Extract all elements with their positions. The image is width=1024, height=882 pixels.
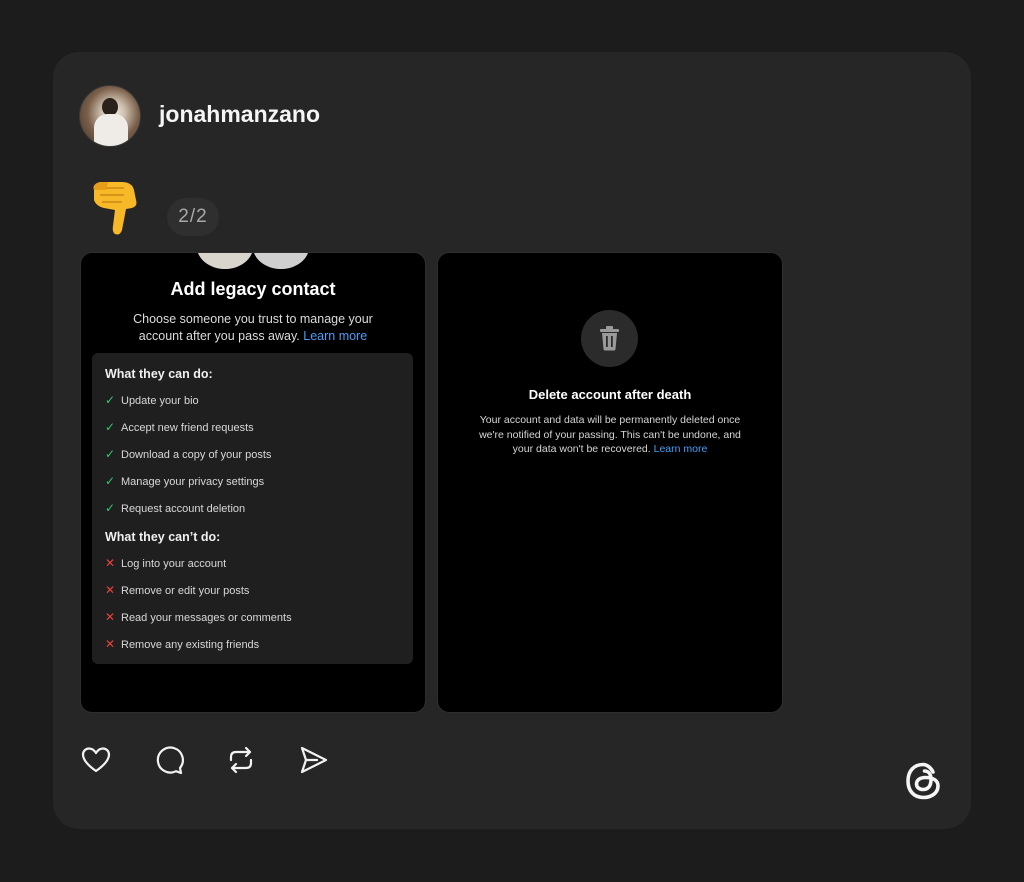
check-icon: ✓ [105,447,116,461]
check-icon: ✓ [105,474,116,488]
list-item-label: Log into your account [121,558,227,570]
carousel-slide-delete-account[interactable]: Delete account after death Your account … [437,252,783,713]
post-card: jonahmanzano 2/2 Add legacy contact Choo… [53,52,971,829]
check-icon: ✓ [105,420,116,434]
heart-icon[interactable] [80,744,112,776]
list-item-label: Read your messages or comments [121,612,292,624]
slide-description: Choose someone you trust to manage your … [111,311,395,345]
trash-icon-container [581,310,638,367]
list-item: ✓ Request account deletion [105,501,245,515]
check-icon: ✓ [105,393,116,407]
learn-more-link[interactable]: Learn more [654,443,708,455]
username[interactable]: jonahmanzano [159,101,320,128]
list-item-label: Update your bio [121,395,199,407]
list-item: ✓ Update your bio [105,393,199,407]
cross-icon: ✕ [105,637,116,651]
list-item: ✕ Log into your account [105,556,226,570]
slide-title: Add legacy contact [170,279,336,299]
backhand-index-pointing-down-icon [93,182,137,235]
list-item: ✓ Manage your privacy settings [105,474,264,488]
learn-more-link[interactable]: Learn more [303,329,367,343]
cross-icon: ✕ [105,556,116,570]
list-item: ✓ Download a copy of your posts [105,447,271,461]
cant-do-heading: What they can’t do: [105,530,221,544]
repost-icon[interactable] [225,744,257,776]
list-item-label: Download a copy of your posts [121,449,272,461]
comment-bubble-icon[interactable] [152,744,184,776]
avatar-body [94,114,128,146]
check-icon: ✓ [105,501,116,515]
avatar[interactable] [79,85,141,147]
list-item-label: Remove any existing friends [121,639,260,651]
list-item-label: Request account deletion [121,503,246,515]
cross-icon: ✕ [105,610,116,624]
can-do-heading: What they can do: [105,367,213,381]
cross-icon: ✕ [105,583,116,597]
list-item: ✕ Remove any existing friends [105,637,259,651]
permissions-panel: What they can do: ✓ Update your bio ✓ Acce… [92,353,413,664]
list-item-label: Remove or edit your posts [121,585,250,597]
list-item-label: Manage your privacy settings [121,476,265,488]
slide-description: Your account and data will be permanentl… [476,413,744,457]
list-item: ✕ Read your messages or comments [105,610,292,624]
list-item-label: Accept new friend requests [121,422,254,434]
list-item: ✕ Remove or edit your posts [105,583,249,597]
slide-counter: 2/2 [167,198,219,236]
mini-avatar [253,253,309,269]
trash-icon [600,326,619,351]
threads-logo-icon [906,762,940,800]
carousel-slide-legacy-contact[interactable]: Add legacy contact Choose someone you tr… [80,252,426,713]
mini-avatar [197,253,253,269]
slide-title: Delete account after death [528,387,692,402]
send-icon[interactable] [297,744,329,776]
list-item: ✓ Accept new friend requests [105,420,254,434]
